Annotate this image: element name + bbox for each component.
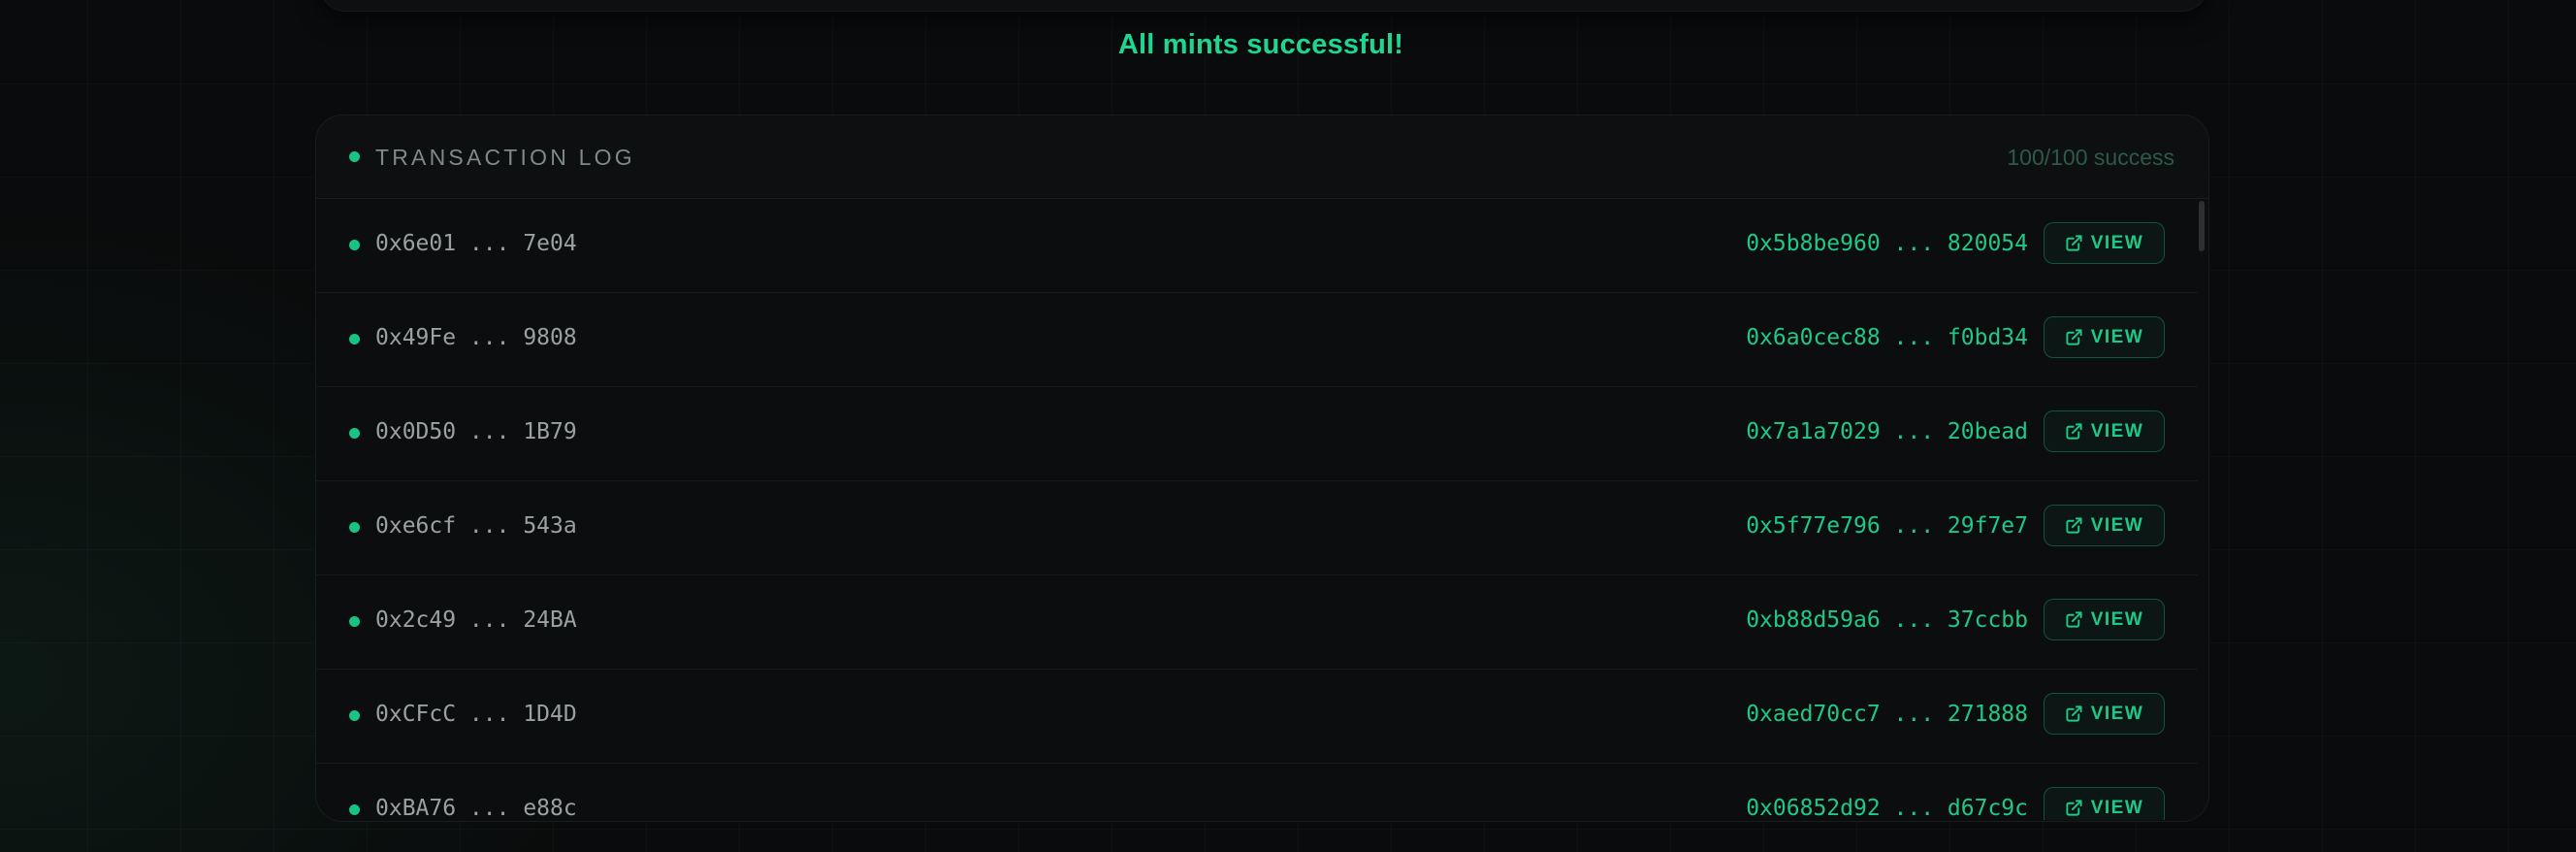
tx-hash: 0xb88d59a6 ... 37ccbb <box>1746 607 2028 633</box>
view-button[interactable]: VIEW <box>2044 787 2165 820</box>
tx-hash: 0x7a1a7029 ... 20bead <box>1746 419 2028 444</box>
log-header: TRANSACTION LOG 100/100 success <box>316 115 2208 199</box>
tx-hash: 0x5f77e796 ... 29f7e7 <box>1746 513 2028 539</box>
live-dot-icon <box>349 151 360 162</box>
external-link-icon <box>2066 517 2082 534</box>
view-button-label: VIEW <box>2090 420 2144 442</box>
success-dot-icon <box>349 334 360 344</box>
wallet-address: 0xBA76 ... e88c <box>375 796 577 820</box>
success-dot-icon <box>349 710 360 721</box>
tx-hash: 0x5b8be960 ... 820054 <box>1746 231 2028 256</box>
external-link-icon <box>2066 235 2082 251</box>
view-button[interactable]: VIEW <box>2044 316 2165 358</box>
wallet-address: 0x0D50 ... 1B79 <box>375 419 577 444</box>
view-button-label: VIEW <box>2090 608 2144 630</box>
wallet-address: 0xCFcC ... 1D4D <box>375 702 577 727</box>
view-button-label: VIEW <box>2090 514 2144 536</box>
tx-hash: 0xaed70cc7 ... 271888 <box>1746 702 2028 727</box>
success-dot-icon <box>349 616 360 627</box>
status-message: All mints successful! <box>1117 29 1404 60</box>
success-dot-icon <box>349 522 360 533</box>
transaction-row: 0xCFcC ... 1D4D 0xaed70cc7 ... 271888 VI… <box>316 670 2198 764</box>
external-link-icon <box>2066 800 2082 816</box>
log-title: TRANSACTION LOG <box>375 145 635 170</box>
external-link-icon <box>2066 611 2082 628</box>
transaction-row: 0xe6cf ... 543a 0x5f77e796 ... 29f7e7 VI… <box>316 481 2198 575</box>
transaction-row: 0x0D50 ... 1B79 0x7a1a7029 ... 20bead VI… <box>316 387 2198 481</box>
transaction-row: 0x49Fe ... 9808 0x6a0cec88 ... f0bd34 VI… <box>316 293 2198 387</box>
view-button[interactable]: VIEW <box>2044 693 2165 735</box>
log-scrollbar[interactable] <box>2199 199 2205 820</box>
view-button[interactable]: VIEW <box>2044 599 2165 640</box>
success-count: 100/100 success <box>2007 145 2174 170</box>
external-link-icon <box>2066 423 2082 440</box>
success-dot-icon <box>349 804 360 815</box>
view-button-label: VIEW <box>2090 703 2144 724</box>
transaction-log-panel: TRANSACTION LOG 100/100 success 0x6e01 .… <box>315 115 2209 822</box>
view-button[interactable]: VIEW <box>2044 505 2165 546</box>
success-dot-icon <box>349 240 360 250</box>
transaction-list[interactable]: 0x6e01 ... 7e04 0x5b8be960 ... 820054 VI… <box>316 199 2198 820</box>
view-button-label: VIEW <box>2090 326 2144 347</box>
view-button[interactable]: VIEW <box>2044 222 2165 264</box>
wallet-address: 0x6e01 ... 7e04 <box>375 231 577 256</box>
scrollbar-thumb[interactable] <box>2199 201 2205 251</box>
success-dot-icon <box>349 428 360 439</box>
wallet-address: 0x49Fe ... 9808 <box>375 325 577 350</box>
view-button-label: VIEW <box>2090 232 2144 253</box>
view-button[interactable]: VIEW <box>2044 410 2165 452</box>
tx-hash: 0x6a0cec88 ... f0bd34 <box>1746 325 2028 350</box>
external-link-icon <box>2066 705 2082 722</box>
transaction-row: 0x6e01 ... 7e04 0x5b8be960 ... 820054 VI… <box>316 199 2198 293</box>
transaction-row: 0x2c49 ... 24BA 0xb88d59a6 ... 37ccbb VI… <box>316 575 2198 670</box>
wallet-address: 0x2c49 ... 24BA <box>375 607 577 633</box>
transaction-row: 0xBA76 ... e88c 0x06852d92 ... d67c9c VI… <box>316 764 2198 820</box>
view-button-label: VIEW <box>2090 797 2144 818</box>
external-link-icon <box>2066 329 2082 345</box>
wallet-address: 0xe6cf ... 543a <box>375 513 577 539</box>
previous-panel-edge <box>320 0 2207 12</box>
tx-hash: 0x06852d92 ... d67c9c <box>1746 796 2028 820</box>
